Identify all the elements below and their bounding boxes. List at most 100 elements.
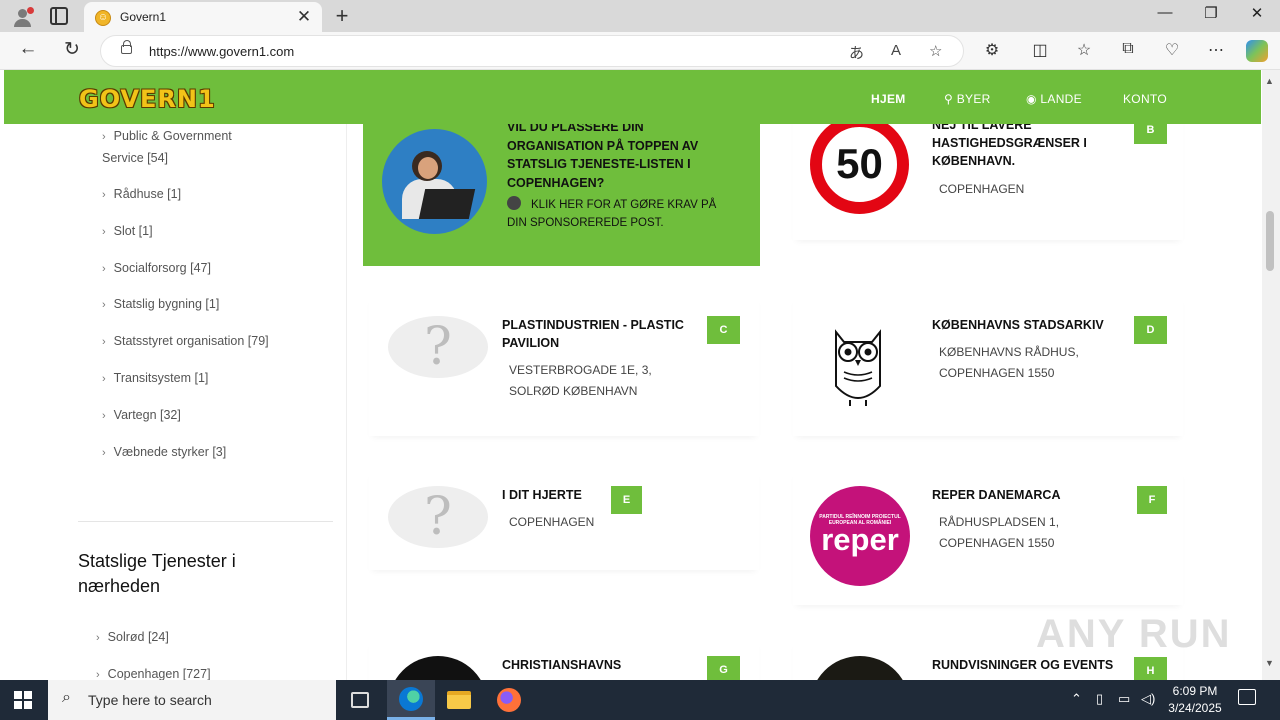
favorites-icon[interactable]: ☆ — [1072, 40, 1096, 60]
extensions-icon[interactable]: ⚙ — [980, 40, 1004, 60]
firefox-taskbar-button[interactable] — [485, 680, 533, 720]
performance-icon[interactable]: ♡ — [1160, 40, 1184, 60]
category-link[interactable]: › Socialforsorg [47] — [102, 258, 211, 280]
windows-start-icon[interactable] — [14, 691, 32, 709]
category-link[interactable]: › Væbnede styrker [3] — [102, 442, 226, 464]
listing-address: COPENHAGEN — [939, 182, 1025, 196]
file-explorer-taskbar-button[interactable] — [435, 680, 483, 720]
read-aloud-icon[interactable]: A — [891, 42, 901, 59]
profile-icon[interactable] — [8, 4, 36, 28]
notifications-icon[interactable] — [1238, 689, 1256, 705]
nav-cities[interactable]: ⚲ BYER — [944, 92, 991, 106]
listing-title[interactable]: CHRISTIANSHAVNS — [502, 656, 687, 674]
speed-limit-sign-icon: 50 — [810, 115, 909, 214]
owl-logo-icon — [835, 329, 881, 406]
category-link[interactable]: › Rådhuse [1] — [102, 184, 181, 206]
nav-countries-label: LANDE — [1040, 92, 1082, 106]
scrollbar-thumb[interactable] — [1266, 211, 1274, 271]
close-window-button[interactable]: ✕ — [1234, 4, 1280, 22]
nav-account[interactable]: KONTO — [1123, 92, 1167, 106]
page-scrollbar[interactable]: ▲ ▼ — [1262, 70, 1280, 680]
tab-title: Govern1 — [120, 10, 167, 24]
back-button[interactable]: ← — [14, 38, 42, 60]
tab-actions-icon[interactable] — [50, 7, 68, 25]
site-logo[interactable]: GOVERN1 — [79, 85, 216, 113]
scroll-up-icon[interactable]: ▲ — [1265, 76, 1274, 86]
maximize-button[interactable]: ❐ — [1188, 4, 1234, 22]
browser-tab[interactable]: ☺ Govern1 ✕ — [84, 2, 322, 32]
more-icon[interactable]: ⋯ — [1204, 40, 1228, 60]
listing-title[interactable]: REPER DANEMARCA — [932, 486, 1117, 504]
edge-icon — [399, 686, 423, 711]
taskbar-search[interactable]: ⌕ Type here to search — [48, 680, 336, 720]
nav-countries[interactable]: ◉ LANDE — [1026, 92, 1082, 106]
listing-card[interactable]: ? I DIT HJERTE COPENHAGEN E — [369, 470, 759, 570]
split-screen-icon[interactable]: ◫ — [1028, 40, 1052, 60]
category-link[interactable]: › Statsstyret organisation [79] — [102, 331, 269, 353]
listing-badge: D — [1134, 316, 1167, 344]
nav-cities-label: BYER — [956, 92, 991, 106]
url-field[interactable]: https://www.govern1.com あ A ☆ — [100, 35, 964, 67]
clock-date: 3/24/2025 — [1168, 701, 1222, 715]
govern1-favicon-icon: ☺ — [95, 10, 111, 26]
category-link[interactable]: › Statslig bygning [1] — [102, 294, 219, 316]
placeholder-question-icon: ? — [388, 486, 488, 548]
device-icon[interactable]: ▯ — [1096, 691, 1103, 707]
taskbar-search-placeholder: Type here to search — [88, 692, 212, 708]
tab-bar: ☺ Govern1 ✕ + — ❐ ✕ — [0, 0, 1280, 32]
collections-icon[interactable]: ⧉ — [1116, 40, 1140, 58]
promo-cta-link[interactable]: KLIK HER FOR AT GØRE KRAV PÅ DIN SPONSOR… — [507, 196, 737, 232]
listing-badge: H — [1134, 657, 1167, 680]
address-bar-row: ← ↻ https://www.govern1.com あ A ☆ ⚙ ◫ ☆ … — [0, 32, 1280, 70]
sponsored-promo[interactable]: VIL DU PLASSERE DIN ORGANISATION PÅ TOPP… — [363, 120, 760, 266]
chevron-right-icon: › — [96, 669, 100, 680]
network-icon[interactable]: ▭ — [1118, 691, 1130, 707]
nav-home[interactable]: HJEM — [871, 92, 906, 106]
windows-taskbar: ⌕ Type here to search ⌃ ▯ ▭ ◁) 6:09 PM 3… — [0, 680, 1280, 720]
category-link[interactable]: › Transitsystem [1] — [102, 368, 208, 390]
sidebar: › Public & Government Service [54] › Rådhu… — [4, 124, 347, 680]
listing-card[interactable]: ? PLASTINDUSTRIEN - PLASTIC PAVILION VES… — [369, 296, 759, 436]
search-icon: ⌕ — [62, 689, 71, 706]
volume-icon[interactable]: ◁) — [1141, 691, 1155, 707]
listing-title[interactable]: NEJ TIL LAVERE HASTIGHEDSGRÆNSER I KØBEN… — [932, 116, 1117, 170]
nearby-city-link[interactable]: › Copenhagen [727] — [96, 664, 211, 680]
map-pin-icon: ⚲ — [944, 92, 954, 106]
edge-taskbar-button[interactable] — [387, 680, 435, 720]
listing-card[interactable]: KØBENHAVNS STADSARKIV KØBENHAVNS RÅDHUS,… — [793, 296, 1183, 436]
chevron-right-icon: › — [102, 410, 106, 422]
chevron-right-icon: › — [102, 336, 106, 348]
listing-address: KØBENHAVNS RÅDHUS, COPENHAGEN 1550 — [939, 345, 1079, 380]
task-view-button[interactable] — [336, 680, 384, 720]
listing-title[interactable]: KØBENHAVNS STADSARKIV — [932, 316, 1132, 334]
listing-title[interactable]: RUNDVISNINGER OG EVENTS — [932, 656, 1132, 674]
placeholder-question-icon: ? — [388, 316, 488, 378]
listing-card[interactable]: 50 NEJ TIL LAVERE HASTIGHEDSGRÆNSER I KØ… — [793, 110, 1183, 240]
minimize-button[interactable]: — — [1142, 4, 1188, 21]
lock-icon[interactable] — [121, 40, 132, 54]
gear-icon — [507, 196, 521, 210]
refresh-button[interactable]: ↻ — [58, 38, 86, 61]
category-link[interactable]: › Vartegn [32] — [102, 405, 181, 427]
anyrun-watermark: ANY RUN — [1036, 612, 1232, 656]
taskbar-clock[interactable]: 6:09 PM 3/24/2025 — [1166, 683, 1224, 717]
scroll-down-icon[interactable]: ▼ — [1265, 658, 1274, 668]
listing-title[interactable]: I DIT HJERTE — [502, 486, 687, 504]
listing-title[interactable]: PLASTINDUSTRIEN - PLASTIC PAVILION — [502, 316, 687, 352]
category-link[interactable]: › Slot [1] — [102, 221, 153, 243]
category-link[interactable]: › Public & Government Service [54] — [102, 126, 262, 169]
show-hidden-icons-icon[interactable]: ⌃ — [1071, 691, 1082, 707]
chevron-right-icon: › — [102, 373, 106, 385]
close-tab-icon[interactable]: ✕ — [294, 7, 314, 27]
favorite-star-icon[interactable]: ☆ — [929, 42, 942, 60]
web-page: GOVERN1 HJEM ⚲ BYER ◉ LANDE KONTO › Publi… — [0, 70, 1280, 680]
listing-logo-icon — [810, 656, 910, 680]
url-text: https://www.govern1.com — [149, 44, 295, 59]
listing-card[interactable]: CHRISTIANSHAVNS G — [369, 640, 759, 680]
nearby-city-link[interactable]: › Solrød [24] — [96, 627, 169, 649]
listing-address: RÅDHUSPLADSEN 1, COPENHAGEN 1550 — [939, 515, 1060, 550]
listing-card[interactable]: PARTIDUL REÎNNOIM PROIECTUL EUROPEAN AL … — [793, 470, 1183, 605]
new-tab-button[interactable]: + — [330, 3, 354, 29]
translate-icon[interactable]: あ — [849, 42, 864, 63]
copilot-icon[interactable] — [1246, 40, 1268, 62]
